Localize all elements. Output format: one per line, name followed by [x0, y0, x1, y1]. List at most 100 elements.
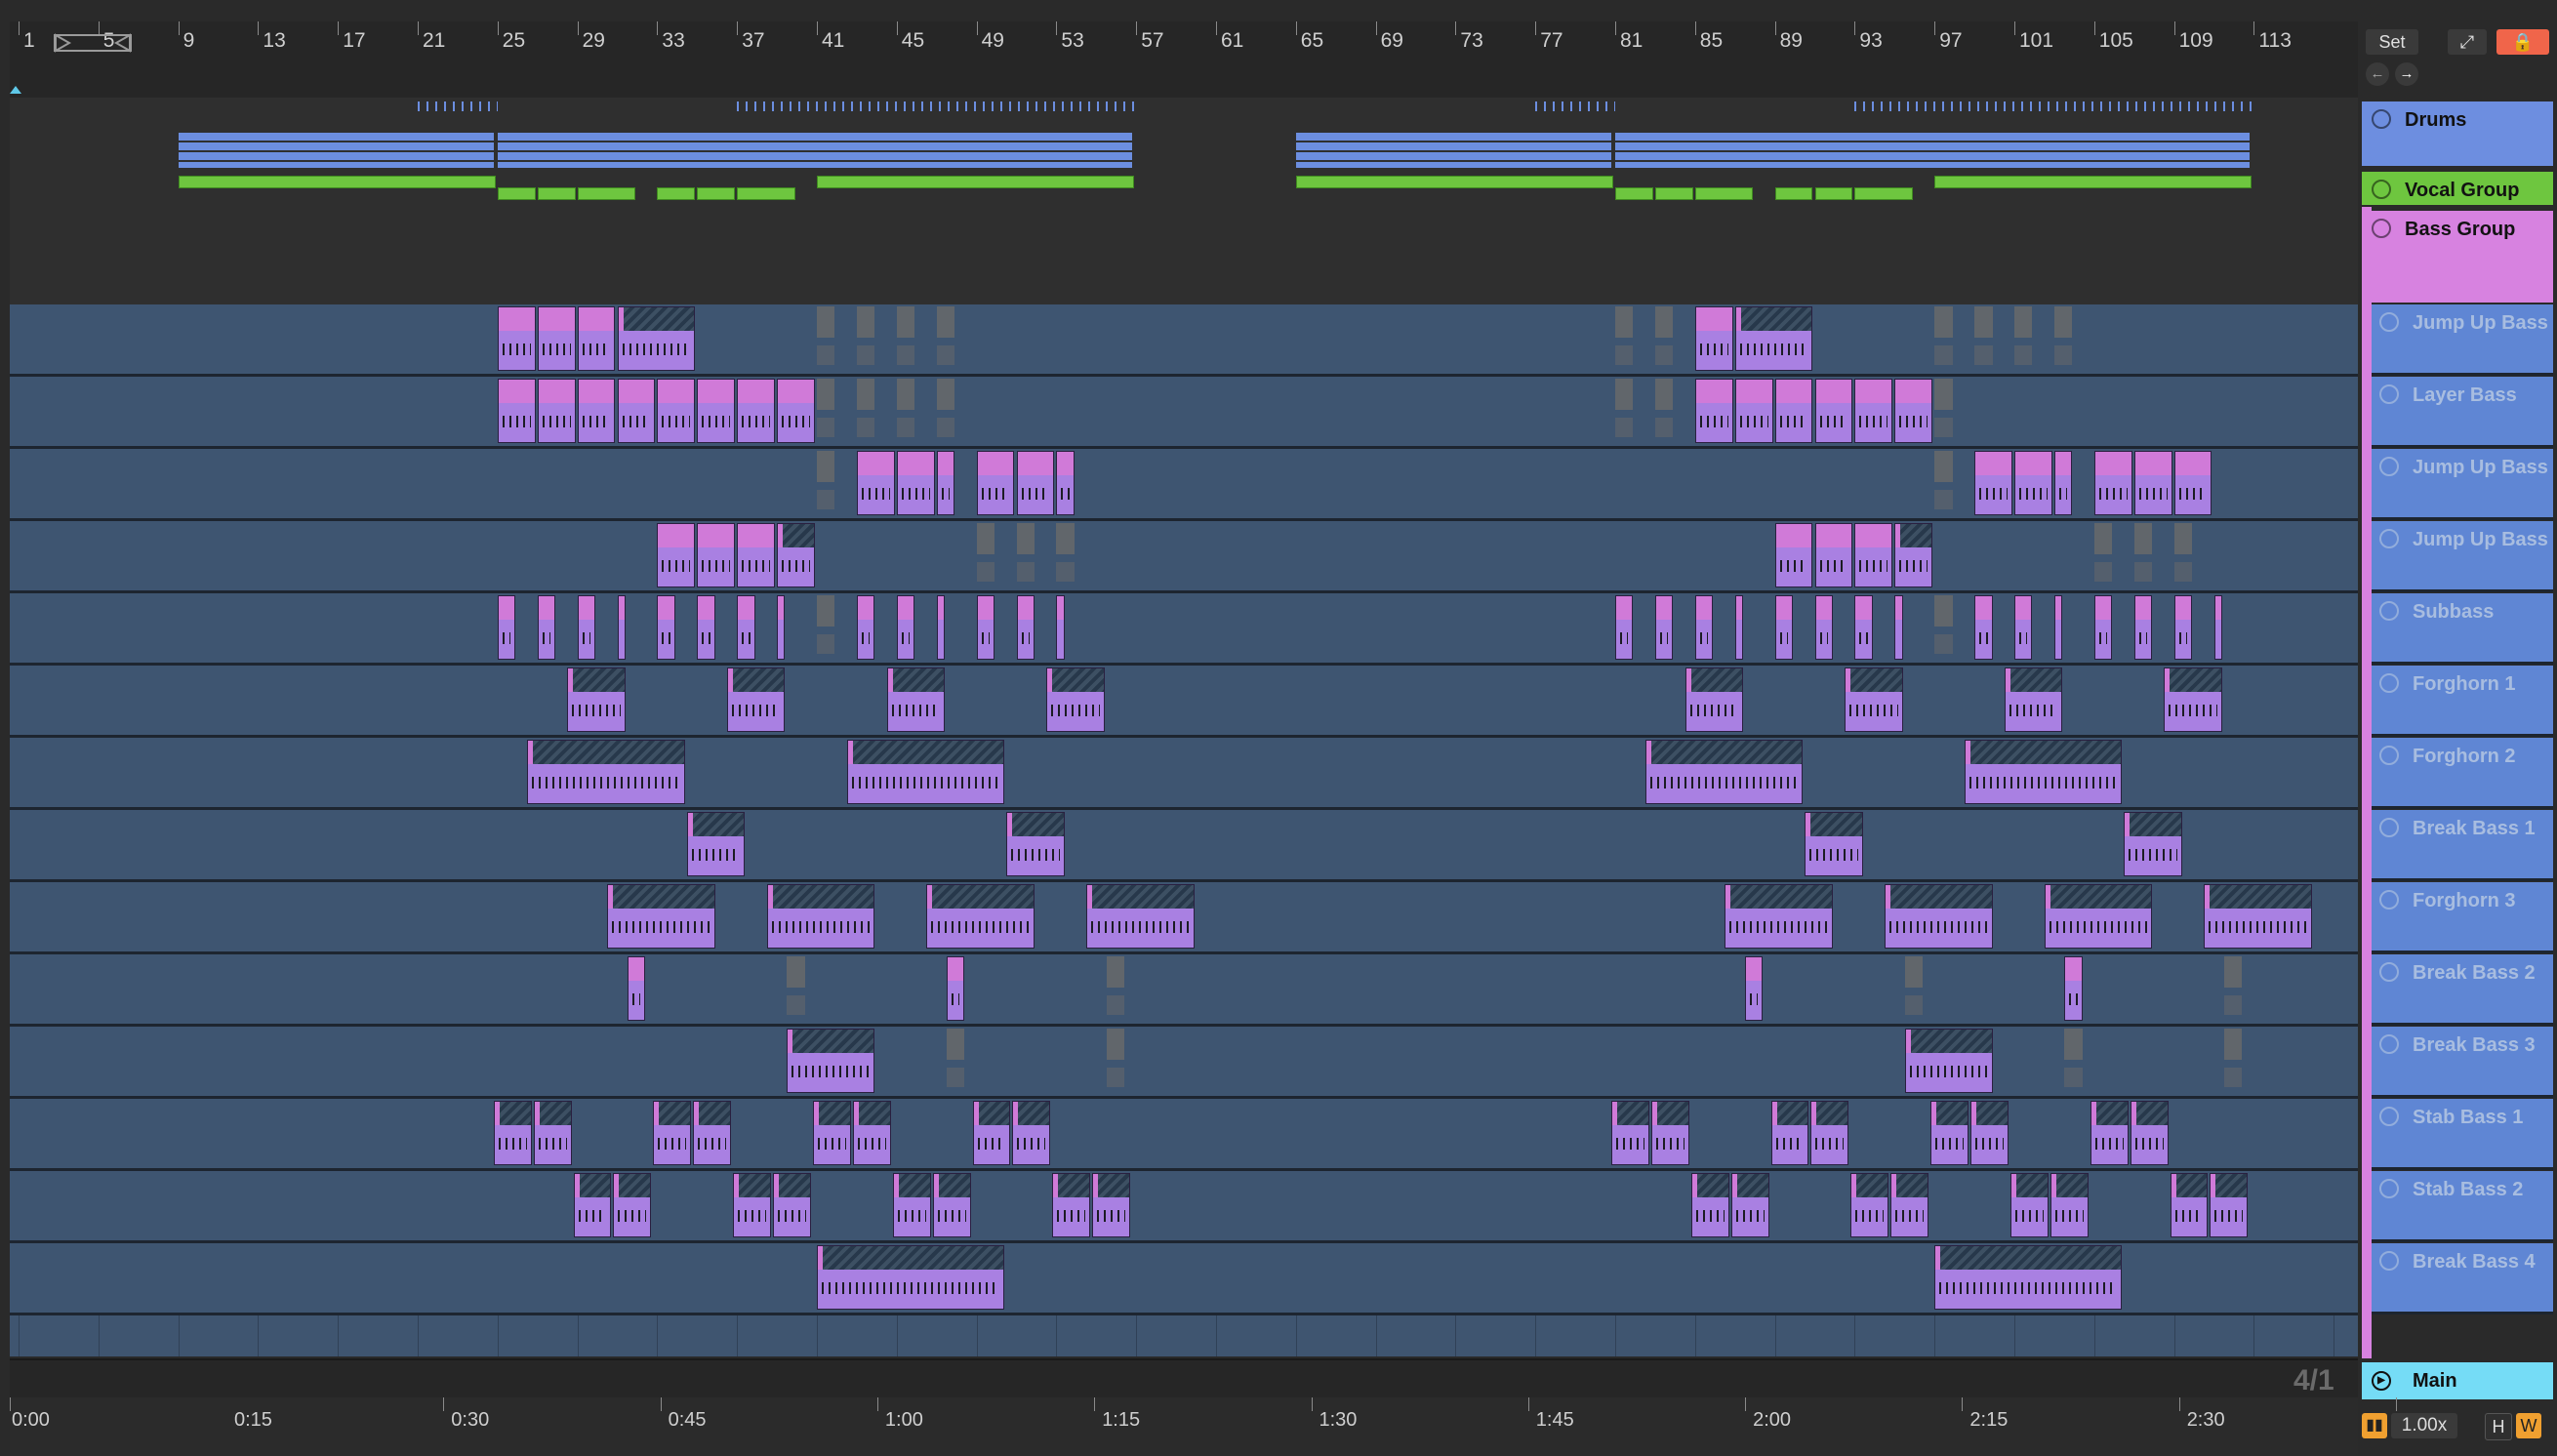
tempo-display[interactable]: 1.00x: [2391, 1413, 2457, 1438]
midi-clip[interactable]: [856, 595, 875, 660]
w-toggle[interactable]: W: [2516, 1413, 2541, 1438]
midi-clip[interactable]: [1894, 523, 1933, 587]
midi-clip[interactable]: [936, 595, 945, 660]
midi-clip[interactable]: [1814, 379, 1853, 443]
midi-clip[interactable]: [787, 1029, 875, 1093]
midi-clip[interactable]: [976, 451, 1015, 515]
track-fold-icon[interactable]: [2379, 1251, 2399, 1271]
midi-clip[interactable]: [2064, 956, 2083, 1021]
midi-clip[interactable]: [1694, 306, 1733, 371]
midi-clip[interactable]: [1654, 595, 1674, 660]
midi-clip[interactable]: [607, 884, 715, 949]
group-header-2[interactable]: Bass Group: [2362, 211, 2553, 303]
midi-clip[interactable]: [2044, 884, 2153, 949]
expand-icon[interactable]: ⤢: [2448, 29, 2487, 55]
track-header[interactable]: Break Bass 2: [2370, 954, 2553, 1026]
midi-clip[interactable]: [777, 379, 815, 443]
midi-clip[interactable]: [2213, 595, 2222, 660]
midi-clip[interactable]: [726, 667, 786, 732]
track-header[interactable]: Forghorn 1: [2370, 666, 2553, 737]
midi-clip[interactable]: [886, 667, 945, 732]
midi-clip[interactable]: [733, 1173, 771, 1237]
midi-clip[interactable]: [497, 595, 516, 660]
midi-clip[interactable]: [1810, 1101, 1849, 1165]
midi-clip[interactable]: [617, 379, 656, 443]
midi-clip[interactable]: [1016, 595, 1035, 660]
midi-clip[interactable]: [533, 1101, 572, 1165]
track-header[interactable]: Break Bass 1: [2370, 810, 2553, 881]
midi-clip[interactable]: [856, 451, 895, 515]
midi-clip[interactable]: [1725, 884, 1833, 949]
midi-clip[interactable]: [896, 451, 935, 515]
midi-clip[interactable]: [1930, 1101, 1968, 1165]
track-fold-icon[interactable]: [2379, 746, 2399, 765]
midi-clip[interactable]: [577, 379, 616, 443]
midi-clip[interactable]: [657, 595, 675, 660]
group-fold-icon[interactable]: [2372, 109, 2391, 129]
midi-clip[interactable]: [896, 595, 915, 660]
midi-clip[interactable]: [577, 595, 596, 660]
midi-clip[interactable]: [1694, 379, 1733, 443]
midi-clip[interactable]: [2004, 667, 2063, 732]
midi-clip[interactable]: [653, 1101, 692, 1165]
beat-ruler[interactable]: 1 5 9 13 17 21 25 29 33 37 41 45 49 53 57 61 65 69 73 77 81 8…: [10, 21, 2358, 58]
track-fold-icon[interactable]: [2379, 601, 2399, 621]
midi-clip[interactable]: [697, 523, 736, 587]
track-fold-icon[interactable]: [2379, 1107, 2399, 1126]
midi-clip[interactable]: [2133, 595, 2153, 660]
midi-clip[interactable]: [926, 884, 1035, 949]
midi-clip[interactable]: [1056, 595, 1065, 660]
midi-clip[interactable]: [2173, 595, 2193, 660]
track-header[interactable]: Forghorn 3: [2370, 882, 2553, 953]
midi-clip[interactable]: [1012, 1101, 1051, 1165]
bass-group-lane[interactable]: [10, 207, 2358, 307]
track-fold-icon[interactable]: [2379, 529, 2399, 548]
midi-clip[interactable]: [2009, 1173, 2049, 1237]
track-lane[interactable]: [10, 521, 2358, 593]
track-fold-icon[interactable]: [2379, 384, 2399, 404]
track-fold-icon[interactable]: [2379, 1179, 2399, 1198]
midi-clip[interactable]: [812, 1101, 851, 1165]
track-header[interactable]: Forghorn 2: [2370, 738, 2553, 809]
midi-clip[interactable]: [773, 1173, 811, 1237]
track-fold-icon[interactable]: [2379, 962, 2399, 982]
midi-clip[interactable]: [2050, 1173, 2089, 1237]
midi-clip[interactable]: [2173, 451, 2212, 515]
midi-clip[interactable]: [1046, 667, 1105, 732]
track-header[interactable]: Subbass: [2370, 593, 2553, 665]
midi-clip[interactable]: [2090, 1101, 2129, 1165]
midi-clip[interactable]: [1774, 595, 1794, 660]
loop-brace[interactable]: [54, 31, 132, 55]
track-lane[interactable]: [10, 954, 2358, 1027]
midi-clip[interactable]: [1854, 595, 1873, 660]
track-fold-icon[interactable]: [2379, 457, 2399, 476]
midi-clip[interactable]: [1734, 306, 1813, 371]
drums-lane[interactable]: [10, 98, 2358, 171]
h-toggle[interactable]: H: [2485, 1413, 2512, 1440]
midi-clip[interactable]: [2093, 451, 2132, 515]
midi-clip[interactable]: [497, 379, 536, 443]
track-lane[interactable]: [10, 377, 2358, 449]
lock-icon[interactable]: 🔒: [2496, 29, 2549, 55]
midi-clip[interactable]: [1092, 1173, 1131, 1237]
midi-clip[interactable]: [1845, 667, 1903, 732]
midi-clip[interactable]: [697, 595, 715, 660]
midi-clip[interactable]: [617, 595, 626, 660]
track-header[interactable]: Stab Bass 2: [2370, 1171, 2553, 1242]
midi-clip[interactable]: [693, 1101, 732, 1165]
midi-clip[interactable]: [613, 1173, 652, 1237]
midi-clip[interactable]: [976, 595, 995, 660]
midi-clip[interactable]: [777, 523, 815, 587]
midi-clip[interactable]: [777, 595, 786, 660]
midi-clip[interactable]: [1690, 1173, 1729, 1237]
midi-clip[interactable]: [1694, 595, 1714, 660]
midi-clip[interactable]: [657, 379, 696, 443]
midi-clip[interactable]: [1854, 379, 1893, 443]
midi-clip[interactable]: [697, 379, 736, 443]
midi-clip[interactable]: [852, 1101, 891, 1165]
midi-clip[interactable]: [2170, 1173, 2209, 1237]
midi-clip[interactable]: [1774, 379, 1813, 443]
midi-clip[interactable]: [1006, 812, 1065, 876]
track-header[interactable]: Jump Up Bass: [2370, 304, 2553, 376]
midi-clip[interactable]: [497, 306, 536, 371]
